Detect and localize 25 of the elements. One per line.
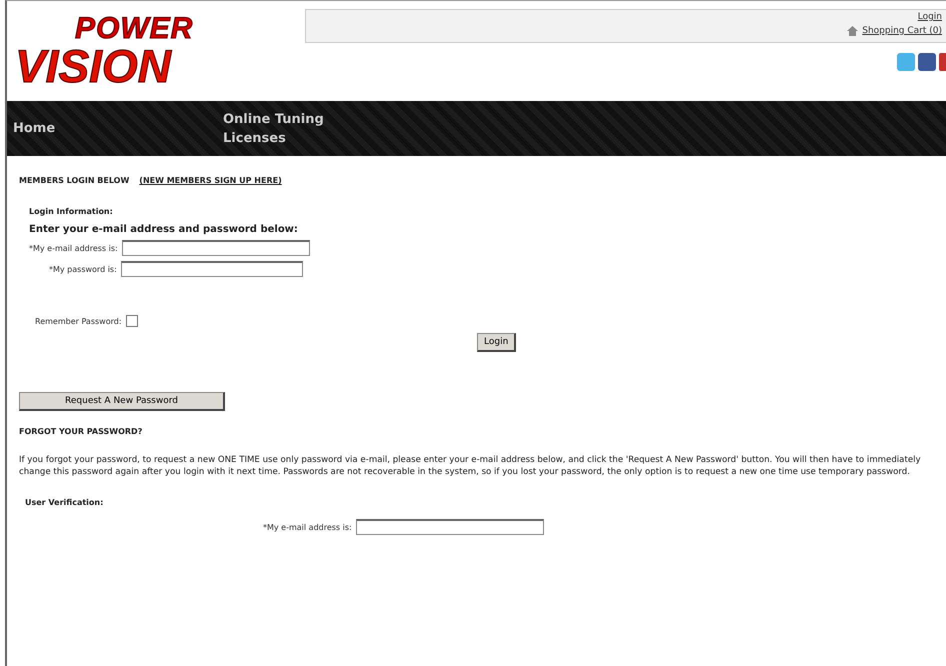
f-icon[interactable] [918,53,936,71]
logo-text: POWER [75,14,194,44]
field-label: *My e-mail address is: [263,522,352,532]
password-field[interactable] [120,261,303,277]
section-title: User Verification: [25,498,104,507]
email-field[interactable] [122,240,310,256]
logo-text: VISION [15,44,173,88]
email-field[interactable] [356,519,544,535]
forgot-password-text: If you forgot your password, to request a new ONE TIME use only password via e-mail, please enter your e-mail address below, and click the 'Request A New Password' button. You will then have to immediately change this password again after you login with it next time. Passwords are not recoverable in the system, so if you lost your password, the only option is to request a new one time use temporary password. [19,454,922,478]
members-login-heading: MEMBERS LOGIN BELOW [19,176,130,185]
field-label: *My password is: [49,264,117,274]
remember-checkbox[interactable] [126,315,138,327]
forgot-password-heading: FORGOT YOUR PASSWORD? [19,427,144,436]
nav-link[interactable]: Online Tuning Licenses [223,110,333,148]
remember-password-label: Remember Password: [35,316,122,326]
request-password-button[interactable]: Request A New Password [19,392,225,411]
signup-link[interactable]: (NEW MEMBERS SIGN UP HERE) [139,176,282,185]
section-title: Login Information: [29,207,114,216]
shopping-cart-link[interactable]: Shopping Cart (0) [862,26,942,36]
instructions: Enter your e-mail address and password below: [29,224,299,235]
login-link[interactable]: Login [918,12,942,22]
login-button[interactable]: Login [477,333,516,352]
nav-link[interactable]: Home [13,119,123,138]
field-label: *My e-mail address is: [29,244,118,252]
home-icon [847,26,858,36]
